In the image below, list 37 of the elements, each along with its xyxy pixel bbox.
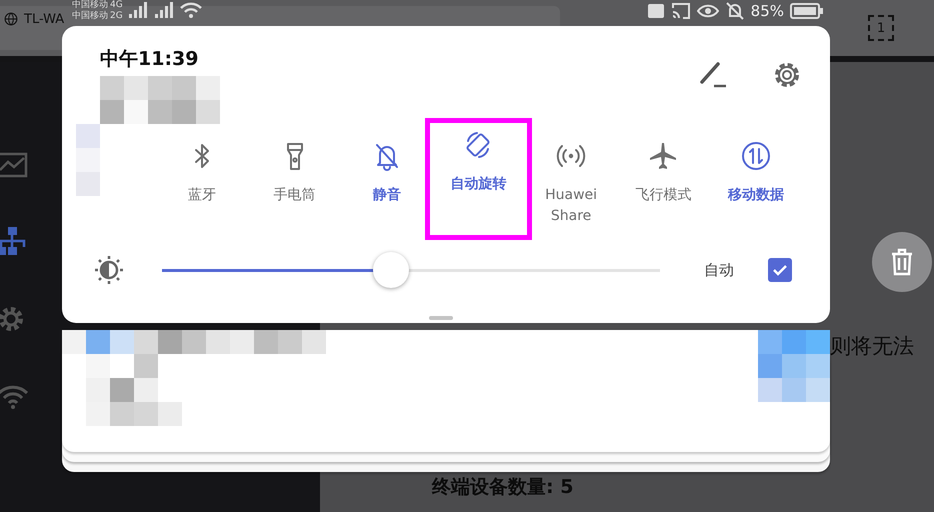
settings-icon[interactable] xyxy=(772,60,802,90)
network-icon xyxy=(0,226,28,256)
battery-text: 85% xyxy=(750,2,784,20)
brightness-icon xyxy=(94,255,124,285)
network-type-text: 4G xyxy=(110,0,123,11)
quick-tile[interactable]: 移动数据 xyxy=(710,124,802,234)
network-type-text: 2G xyxy=(110,11,123,22)
device-count-text: 终端设备数量: 5 xyxy=(432,476,574,498)
globe-icon xyxy=(4,12,18,26)
chart-icon xyxy=(0,152,28,178)
tab-count-button[interactable]: 1 xyxy=(868,15,894,41)
drag-handle[interactable] xyxy=(429,316,453,320)
mobile-data-icon xyxy=(740,141,771,171)
slider-thumb[interactable] xyxy=(373,252,410,288)
time-text: 中午11:39 xyxy=(100,47,200,72)
mosaic-drawing xyxy=(758,330,830,402)
address-text: TL-WA xyxy=(24,12,64,27)
quick-tile[interactable]: 蓝牙 xyxy=(156,124,248,234)
quick-tile[interactable]: 自动旋转 xyxy=(425,118,532,240)
quick-tile[interactable]: 飞行模式 xyxy=(617,124,710,234)
bell-off-icon xyxy=(724,2,745,20)
checkmark-icon xyxy=(772,264,788,276)
quick-tile[interactable]: 手电筒 xyxy=(248,124,341,234)
carrier-text: 中国移动 xyxy=(72,11,108,22)
airplane-icon xyxy=(648,141,678,171)
edit-icon[interactable] xyxy=(698,60,728,88)
eye-icon xyxy=(696,3,719,19)
wifi-icon xyxy=(178,0,203,20)
notice-text: 则将无法 xyxy=(830,333,914,360)
trash-icon xyxy=(890,248,914,276)
battery-icon xyxy=(790,2,824,20)
gear-icon xyxy=(0,304,26,334)
signal-icon xyxy=(152,0,175,20)
auto-label: 自动 xyxy=(704,260,734,280)
cast-icon xyxy=(670,2,691,20)
signal-icon xyxy=(126,0,149,20)
auto-checkbox[interactable] xyxy=(768,258,792,282)
